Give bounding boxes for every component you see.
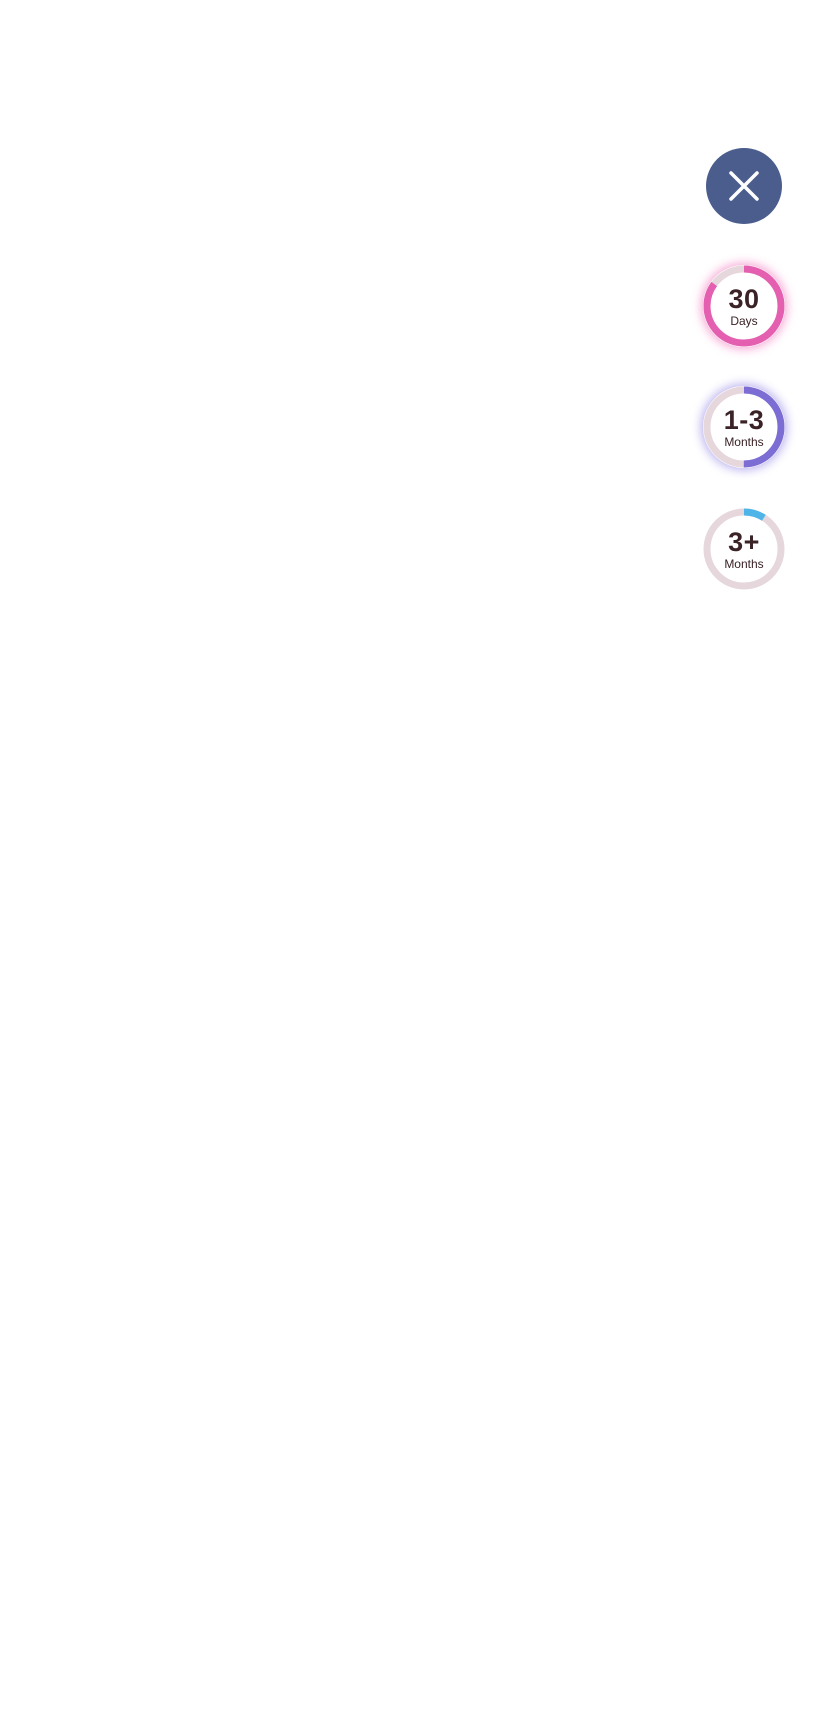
filter-unit: Months (724, 434, 764, 449)
close-button[interactable] (706, 148, 782, 224)
filter-30-days-button[interactable]: 30 Days (703, 265, 785, 347)
filter-3-plus-months-button[interactable]: 3+ Months (703, 508, 785, 590)
ring-label: 3+ Months (703, 508, 785, 590)
filter-unit: Months (724, 556, 764, 571)
filter-value: 3+ (728, 526, 760, 557)
ring-label: 30 Days (703, 265, 785, 347)
screen: 30 Days 1-3 Months 3+ Months (0, 0, 828, 1724)
close-icon (729, 171, 759, 201)
filter-unit: Days (730, 313, 758, 328)
filter-value: 1-3 (723, 404, 765, 435)
filter-1-3-months-button[interactable]: 1-3 Months (703, 386, 785, 468)
filter-value: 30 (728, 283, 760, 314)
ring-label: 1-3 Months (703, 386, 785, 468)
